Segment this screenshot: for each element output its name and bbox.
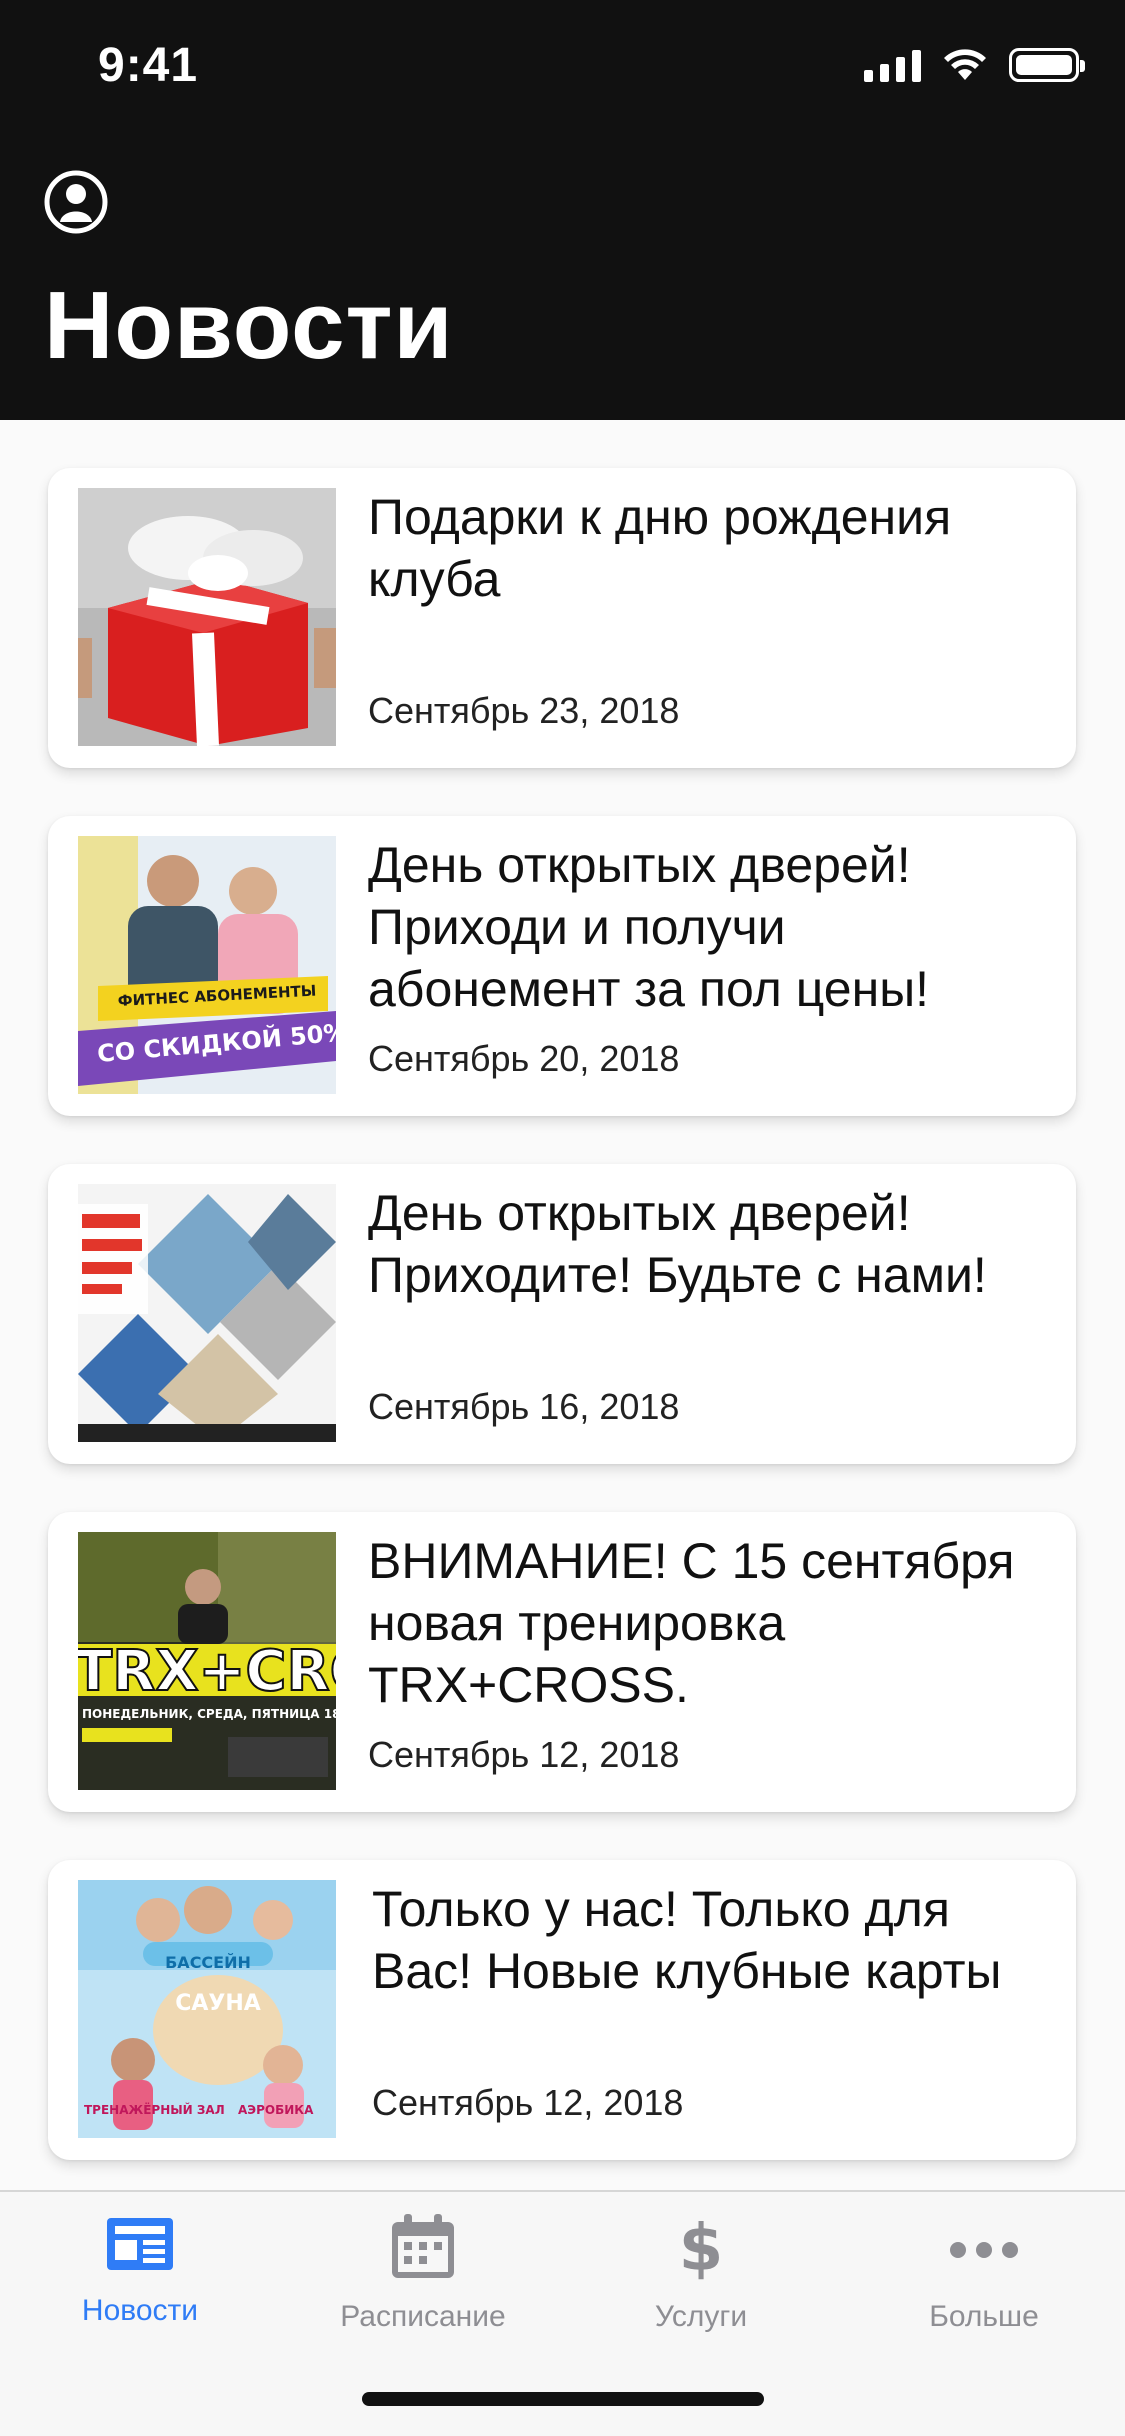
- tab-news[interactable]: Новости: [0, 2212, 280, 2342]
- image-aerobics-text: АЭРОБИКА: [238, 2103, 314, 2117]
- status-icons: [864, 48, 1085, 82]
- gift-box-image: [78, 488, 336, 746]
- home-indicator[interactable]: [362, 2392, 764, 2406]
- news-title: ВНИМАНИЕ! С 15 сентября новая тренировка…: [368, 1533, 1015, 1713]
- page-title: Новости: [44, 272, 454, 379]
- svg-text:$: $: [679, 2212, 724, 2282]
- tab-label: Расписание: [340, 2300, 506, 2333]
- news-card[interactable]: День открытых дверей! Приходите! Будьте …: [48, 1164, 1076, 1464]
- image-gym-text: ТРЕНАЖЁРНЫЙ ЗАЛ: [84, 2102, 225, 2117]
- calendar-icon: [392, 2214, 454, 2278]
- news-card[interactable]: TRX+CROSS ПОНЕДЕЛЬНИК, СРЕДА, ПЯТНИЦА 18…: [48, 1512, 1076, 1812]
- user-circle-icon[interactable]: [44, 170, 108, 234]
- news-card[interactable]: ФИТНЕС АБОНЕМЕНТЫ СО СКИДКОЙ 50% День от…: [48, 816, 1076, 1116]
- status-time: 9:41: [98, 39, 199, 92]
- news-date: Сентябрь 23, 2018: [368, 690, 680, 731]
- open-day-collage-image: [78, 1184, 336, 1442]
- tab-label: Новости: [81, 2294, 199, 2327]
- news-date: Сентябрь 20, 2018: [368, 1038, 680, 1079]
- dollar-icon: $: [679, 2212, 724, 2282]
- wifi-icon: [944, 49, 986, 80]
- news-title: Подарки к дню рождения клуба: [368, 489, 952, 607]
- battery-icon: [1009, 48, 1085, 82]
- news-date: Сентябрь 16, 2018: [368, 1386, 680, 1427]
- app-header: 9:41 Новости: [0, 0, 1125, 420]
- news-list[interactable]: Подарки к дню рождения клуба Сентябрь 23…: [0, 420, 1125, 2190]
- news-card[interactable]: Подарки к дню рождения клуба Сентябрь 23…: [48, 468, 1076, 768]
- club-cards-image: БАССЕЙН САУНА ТРЕНАЖЁРНЫЙ ЗАЛ АЭРОБИКА: [78, 1880, 336, 2138]
- poster-days-text: ПОНЕДЕЛЬНИК, СРЕДА, ПЯТНИЦА 18:00: [82, 1707, 336, 1721]
- tab-schedule[interactable]: Расписание: [283, 2212, 563, 2342]
- tab-services[interactable]: $ Услуги: [561, 2212, 841, 2342]
- image-sauna-text: САУНА: [175, 1991, 261, 2016]
- news-date: Сентябрь 12, 2018: [372, 2082, 684, 2123]
- fitness-promo-image: ФИТНЕС АБОНЕМЕНТЫ СО СКИДКОЙ 50%: [78, 836, 336, 1094]
- poster-big-text: TRX+CROSS: [78, 1639, 336, 1704]
- news-date: Сентябрь 12, 2018: [368, 1734, 680, 1775]
- tab-label: Больше: [929, 2300, 1039, 2333]
- image-pool-text: БАССЕЙН: [165, 1953, 251, 1972]
- trx-cross-poster-image: TRX+CROSS ПОНЕДЕЛЬНИК, СРЕДА, ПЯТНИЦА 18…: [78, 1532, 336, 1790]
- news-card[interactable]: БАССЕЙН САУНА ТРЕНАЖЁРНЫЙ ЗАЛ АЭРОБИКА Т…: [48, 1860, 1076, 2160]
- cellular-signal-icon: [864, 48, 921, 82]
- news-title: День открытых дверей! Приходи и получи а…: [368, 837, 930, 1017]
- more-dots-icon: [950, 2242, 1018, 2258]
- tab-more[interactable]: Больше: [844, 2212, 1124, 2342]
- news-title: День открытых дверей! Приходите! Будьте …: [368, 1185, 987, 1303]
- tab-label: Услуги: [654, 2300, 748, 2333]
- newspaper-icon: [107, 2218, 173, 2270]
- news-title: Только у нас! Только для Вас! Новые клуб…: [372, 1881, 1002, 1999]
